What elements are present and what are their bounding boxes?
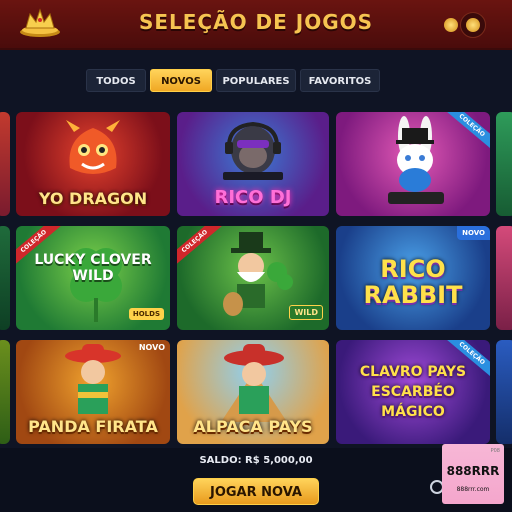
game-title: ALPACA PAYS [193,417,313,436]
game-card-partial[interactable] [0,112,10,216]
tab-favoritos[interactable]: FAVORITOS [300,69,380,92]
balance-text: SALDO: R$ 5,000,00 [199,455,313,466]
page-title: SELEÇÃO DE JOGOS [138,10,374,34]
rabbit-icon [388,116,444,204]
game-card-rico-rabbit[interactable]: NOVO RICO RABBIT [336,226,490,330]
game-card-partial[interactable] [0,226,10,330]
holds-badge: HOLDS [128,308,164,320]
game-card-yo-dragon[interactable]: YO DRAGON [16,112,170,216]
coins-icon[interactable] [444,12,490,38]
brand-tag: P08 [490,448,500,454]
mariachi-icon [65,344,121,414]
game-card-escarbeo-magico[interactable]: COLEÇÃO CLAVRO PAYS ESCARBÉO MÁGICO [336,340,490,444]
game-card-rabbit-dj[interactable]: COLEÇÃO [336,112,490,216]
gorilla-dj-icon [223,121,283,180]
tab-todos[interactable]: TODOS [86,69,146,92]
game-title: CLAVRO PAYS ESCARBÉO MÁGICO [359,364,467,420]
game-title: RICO DJ [214,187,292,208]
game-title: YO DRAGON [38,189,148,208]
games-grid: YO DRAGON RICO DJ COLEÇÃO COLEÇÃO LUCKY … [0,110,512,446]
dragon-icon [66,120,120,174]
alpaca-icon [221,344,287,422]
game-card-panda-firata[interactable]: NOVO PANDA FIRATA [16,340,170,444]
game-card-partial[interactable] [0,340,10,444]
new-badge: NOVO [138,343,165,352]
game-card-partial[interactable] [496,340,512,444]
game-card-partial[interactable] [496,112,512,216]
leprechaun-icon [223,232,293,316]
game-card-lucky-clover[interactable]: COLEÇÃO LUCKY CLOVER WILD HOLDS [16,226,170,330]
game-card-rico-dj[interactable]: RICO DJ [177,112,329,216]
play-button[interactable]: JOGAR NOVA [193,478,319,505]
header: SELEÇÃO DE JOGOS [0,0,512,50]
category-tabs: TODOS NOVOS POPULARES FAVORITOS [0,69,512,93]
brand-watermark: P08 888RRR 888rrr.com [442,444,504,504]
tab-populares[interactable]: POPULARES [216,69,296,92]
game-card-leprechaun[interactable]: COLEÇÃO WILD [177,226,329,330]
wild-badge: WILD [289,305,323,320]
brand-url: 888rrr.com [456,486,490,493]
new-badge: NOVO [457,226,490,240]
game-card-alpaca-pays[interactable]: ALPACA PAYS [177,340,329,444]
tab-novos[interactable]: NOVOS [150,69,212,92]
game-title: RICO RABBIT [363,255,463,309]
game-title: PANDA FIRATA [28,417,158,436]
brand-name: 888RRR [446,464,500,478]
game-title: LUCKY CLOVER WILD [34,252,152,284]
game-card-partial[interactable] [496,226,512,330]
